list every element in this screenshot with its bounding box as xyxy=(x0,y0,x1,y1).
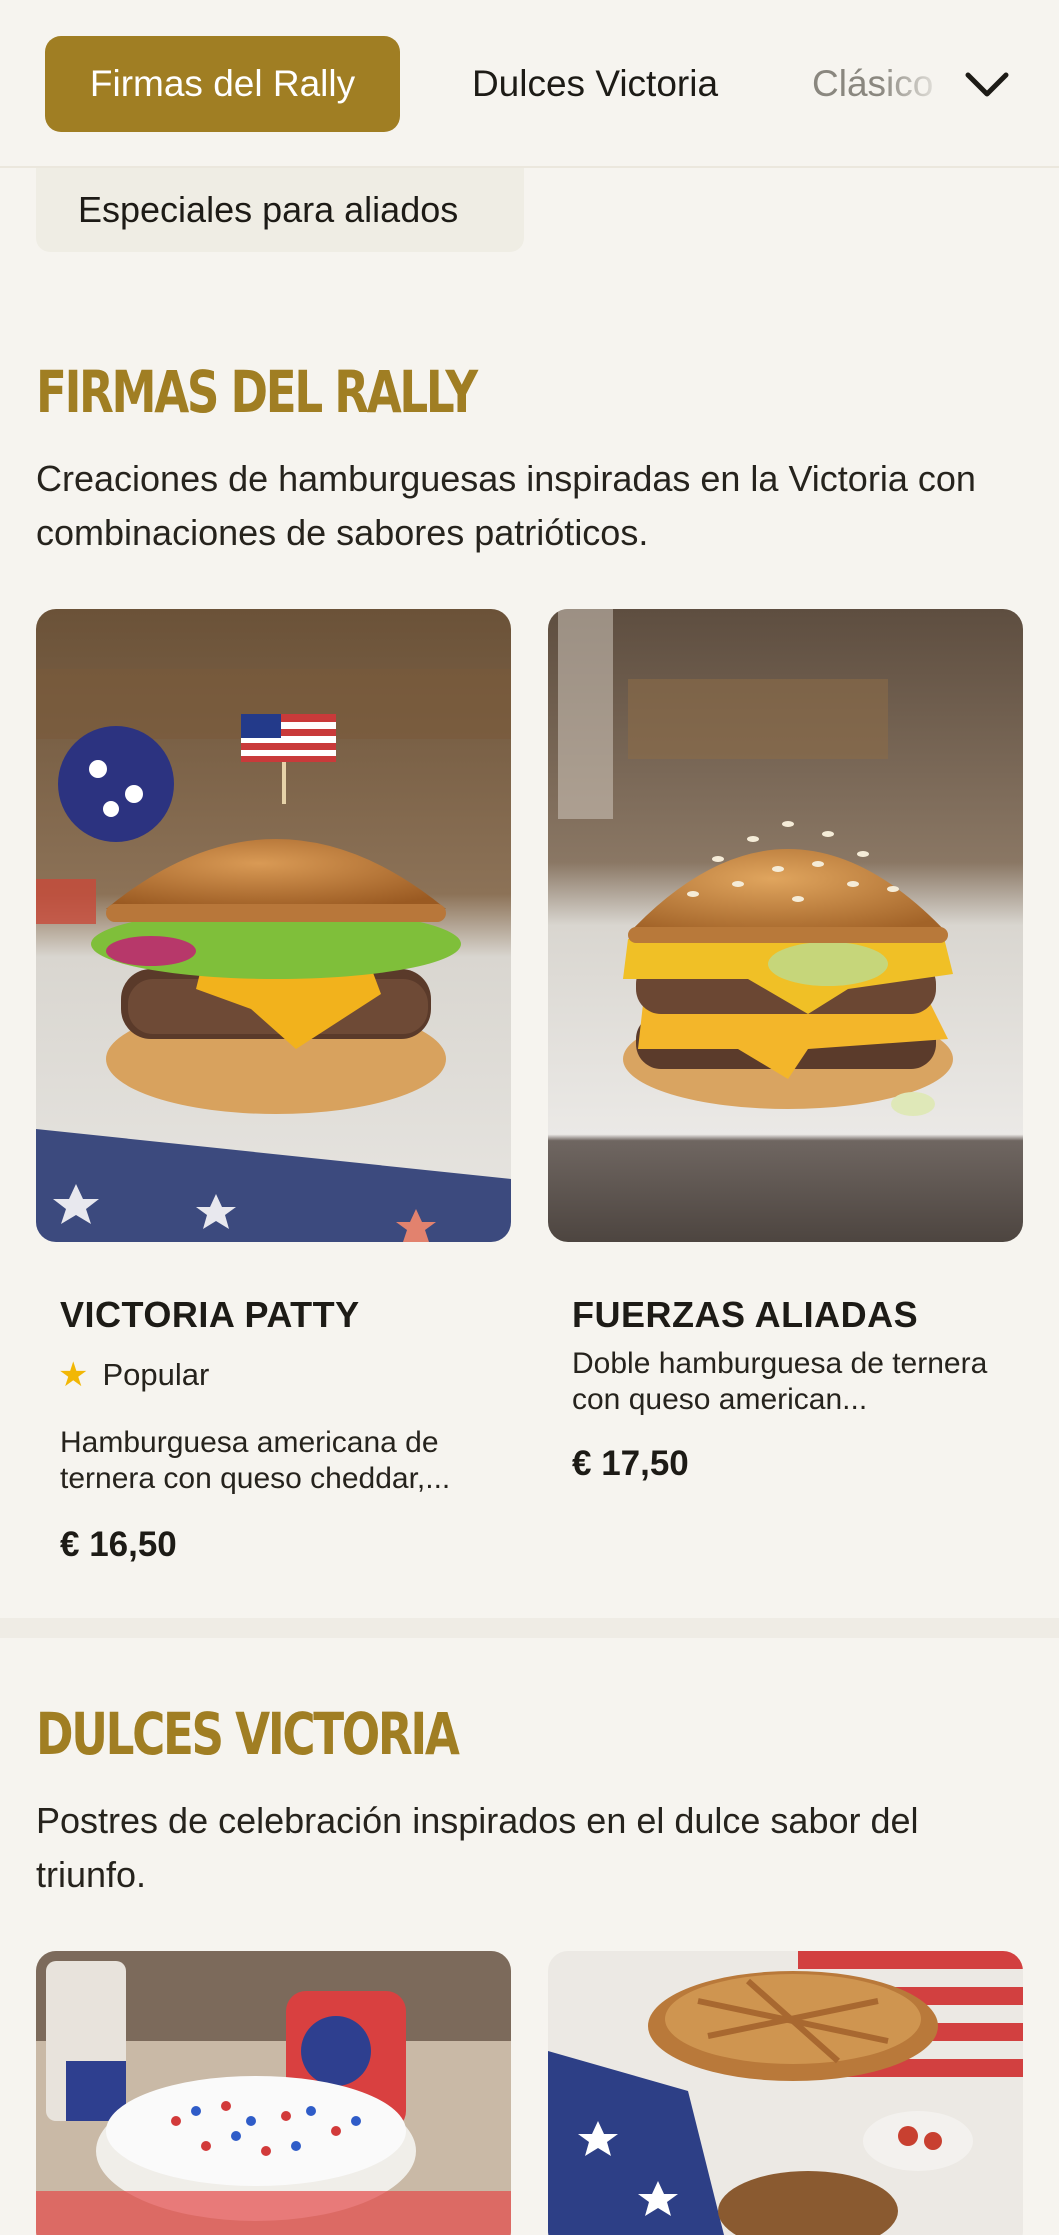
item-name-victoria-patty[interactable]: VICTORIA PATTY xyxy=(60,1294,360,1336)
category-tabs: Firmas del Rally Dulces Victoria Clásico… xyxy=(0,0,1059,168)
dessert-photo-cake[interactable] xyxy=(36,1951,511,2235)
badge-label: Popular xyxy=(102,1357,210,1392)
item-price-fuerzas-aliadas: € 17,50 xyxy=(572,1444,689,1483)
section-title-dulces: DULCES VICTORIA xyxy=(36,1700,460,1768)
expand-categories-button[interactable] xyxy=(960,58,1014,112)
section-description-dulces: Postres de celebración inspirados en el … xyxy=(36,1800,919,1895)
item-price-victoria-patty: € 16,50 xyxy=(60,1525,177,1564)
dessert-photo-pie[interactable] xyxy=(548,1951,1023,2235)
tab-firmas-del-rally[interactable]: Firmas del Rally xyxy=(45,36,400,132)
section-description-firmas: Creaciones de hamburguesas inspiradas en… xyxy=(36,458,976,553)
menu-page: Firmas del Rally Dulces Victoria Clásico… xyxy=(0,0,1059,2235)
tab-dulces-victoria[interactable]: Dulces Victoria xyxy=(440,36,750,132)
item-name-fuerzas-aliadas[interactable]: FUERZAS ALIADAS xyxy=(572,1294,918,1336)
tab-especiales-para-aliados[interactable]: Especiales para aliados xyxy=(36,168,524,252)
section-title-firmas: FIRMAS DEL RALLY xyxy=(36,358,478,426)
chevron-down-icon xyxy=(965,72,1009,97)
section-divider xyxy=(0,1618,1059,1638)
item-description-victoria-patty: Hamburguesa americana de ternera con que… xyxy=(60,1426,451,1495)
burger-photo-victoria-patty[interactable] xyxy=(36,609,511,1242)
star-icon: ★ xyxy=(58,1356,89,1394)
burger-photo-fuerzas-aliadas[interactable] xyxy=(548,609,1023,1242)
item-description-fuerzas-aliadas: Doble hamburguesa de ternera con queso a… xyxy=(572,1347,988,1416)
popular-badge: ★ Popular xyxy=(58,1355,209,1395)
